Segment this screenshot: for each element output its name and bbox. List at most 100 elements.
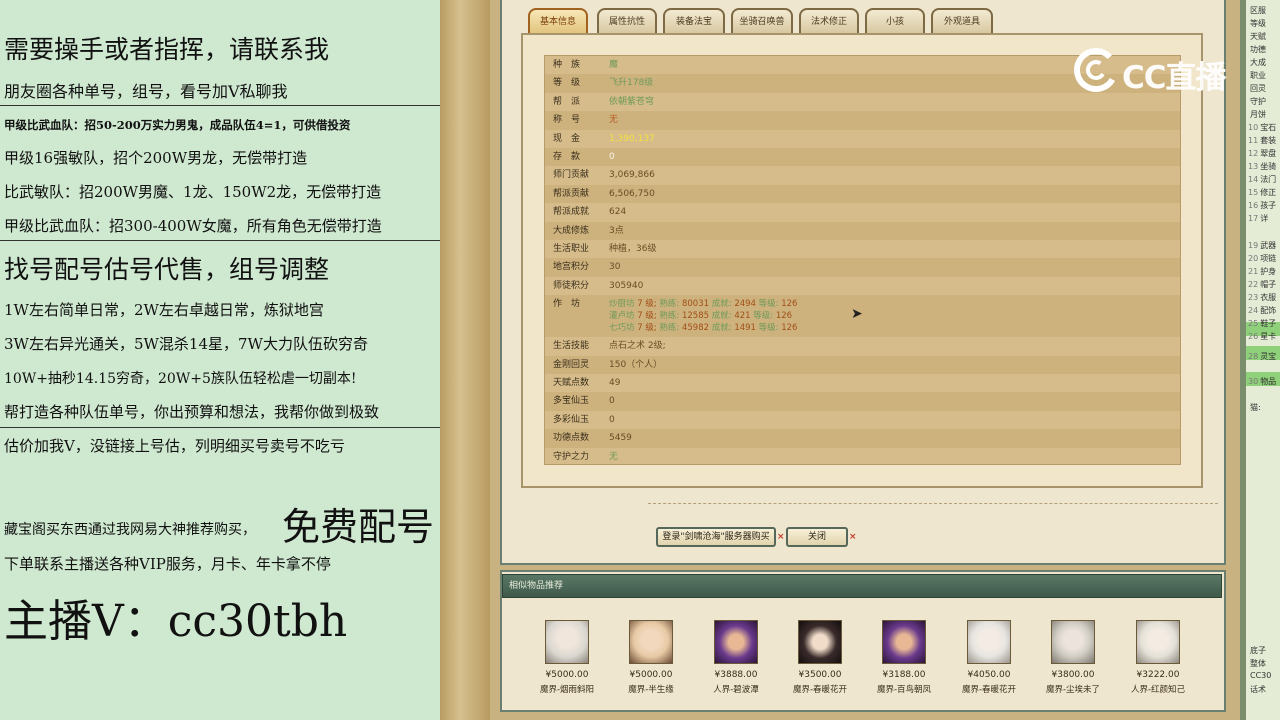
side-notes-strip: 区服 等级 天赋 功德 大成 职业 回灵 守护 月饼 10 宝石 11 套装 12 翠… — [1240, 0, 1280, 720]
close-button[interactable]: 关闭 — [786, 527, 848, 547]
recommend-item[interactable]: ¥3500.00 魔界-春暖花开 — [780, 620, 860, 695]
basic-info-table: 种 族魔 等 级飞升178级 帮 派依朝紫苍穹 称 号无 现 金 1,390,13… — [544, 55, 1181, 465]
info-row: 现 金 1,390,137 — [545, 130, 1180, 148]
side-note: 大成 — [1250, 58, 1266, 67]
ad-line: 估价加我V，没链接上号估，列明细买号卖号不吃亏 — [4, 437, 345, 455]
side-note: 10 宝石 — [1248, 123, 1277, 132]
recommend-item[interactable]: ¥5000.00 魔界-烟雨斜阳 — [527, 620, 607, 695]
info-value: 点石之术 2级; — [609, 341, 666, 352]
recommend-item[interactable]: ¥4050.00 魔界-春暖花开 — [949, 620, 1029, 695]
ad-line: 找号配号估号代售，组号调整 — [4, 255, 330, 284]
tab-basic-info[interactable]: 基本信息 — [528, 8, 588, 34]
info-label: 地宫积分 — [553, 262, 590, 273]
ad-line: 帮打造各种队伍单号，你出预算和想法，我帮你做到极致 — [4, 403, 380, 421]
side-note: 22 帽子 — [1248, 280, 1277, 289]
ad-highlight: 免费配号 — [282, 505, 435, 549]
ad-line: 下单联系主播送各种VIP服务，月卡、年卡拿不停 — [4, 555, 331, 573]
tab-mounts-summons[interactable]: 坐骑召唤兽 — [731, 8, 793, 34]
info-row: 多宝仙玉 0 — [545, 392, 1180, 411]
item-name: 魔界-百鸟朝凤 — [876, 685, 932, 695]
info-label: 称 号 — [553, 115, 581, 126]
info-value: 0 — [609, 414, 615, 425]
divider — [648, 503, 1218, 504]
item-price: ¥4050.00 — [967, 670, 1011, 680]
info-row: 师徒积分 305940 — [545, 277, 1180, 295]
item-name: 魔界-春暖花开 — [961, 685, 1017, 695]
recommend-item[interactable]: ¥3800.00 魔界-尘埃未了 — [1033, 620, 1113, 695]
info-label: 种 族 — [553, 60, 581, 70]
info-value: 飞升178级 — [609, 78, 654, 89]
info-row: 功德点数 5459 — [545, 429, 1180, 448]
portrait-icon — [1136, 620, 1180, 664]
side-note: 23 衣服 — [1248, 293, 1277, 302]
side-note: 功德 — [1250, 45, 1266, 54]
side-note: 天赋 — [1250, 32, 1266, 41]
side-note: 猫: — [1250, 403, 1261, 412]
item-price: ¥3188.00 — [882, 670, 926, 680]
info-value: 3点 — [609, 225, 624, 236]
side-note: 30 物品 — [1248, 377, 1277, 386]
item-name: 人界-碧波潭 — [713, 685, 759, 695]
recommend-item[interactable]: ¥5000.00 魔界-半生缘 — [611, 620, 691, 695]
info-label: 生活职业 — [553, 244, 590, 254]
info-label: 多彩仙玉 — [553, 414, 590, 425]
cc-logo-icon — [1074, 48, 1118, 92]
ad-line: 甲级比武血队：招300-400W女魔，所有角色无偿带打造 — [4, 217, 382, 235]
ad-line: 1W左右简单日常，2W左右卓越日常，炼狱地宫 — [4, 301, 324, 319]
tab-attributes[interactable]: 属性抗性 — [597, 8, 657, 34]
info-value: 305940 — [609, 280, 644, 291]
info-label: 现 金 — [553, 133, 581, 144]
side-note: 17 详 — [1248, 214, 1269, 223]
recommend-item[interactable]: ¥3888.00 人界-碧波潭 — [696, 620, 776, 695]
info-label: 帮 派 — [553, 96, 581, 107]
info-row: 称 号无 — [545, 111, 1180, 130]
ad-line: 藏宝阁买东西通过我网易大神推荐购买， — [4, 522, 256, 538]
tab-child[interactable]: 小孩 — [865, 8, 925, 34]
streamer-contact: 主播V：cc30tbh — [4, 596, 348, 647]
side-note: 守护 — [1250, 97, 1266, 106]
info-row: 天赋点数 49 — [545, 374, 1180, 392]
item-price: ¥3222.00 — [1136, 670, 1180, 680]
item-price: ¥3888.00 — [714, 670, 758, 680]
ad-line: 甲级16强敏队，招个200W男龙，无偿带打造 — [4, 149, 308, 167]
info-label: 帮派成就 — [553, 207, 590, 218]
info-value: 无 — [609, 451, 619, 462]
info-value: 魔 — [609, 60, 619, 70]
info-row: 生活职业 种植，36级 — [545, 240, 1180, 258]
portrait-icon — [798, 620, 842, 664]
info-row: 金刚回灵 150（个人） — [545, 355, 1180, 374]
workshop-value: 126 — [781, 323, 798, 334]
info-value: 3,069,866 — [609, 170, 655, 181]
side-note: 整体 — [1250, 659, 1266, 668]
info-label: 生活技能 — [553, 341, 590, 352]
info-value: 依朝紫苍穹 — [609, 96, 655, 107]
recommend-item[interactable]: ¥3188.00 魔界-百鸟朝凤 — [864, 620, 944, 695]
workshop-key: 等级: — [758, 323, 779, 334]
tab-equipment[interactable]: 装备法宝 — [663, 8, 725, 34]
item-price: ¥3500.00 — [798, 670, 842, 680]
side-note: 15 修正 — [1248, 188, 1277, 197]
cc-live-watermark: CC直播 — [1072, 46, 1242, 96]
info-label: 守护之力 — [553, 451, 590, 462]
info-value: 0 — [609, 396, 615, 407]
tab-appearance[interactable]: 外观道具 — [931, 8, 993, 34]
item-name: 魔界-尘埃未了 — [1045, 685, 1101, 695]
portrait-icon — [967, 620, 1011, 664]
info-row: 守护之力 无 — [545, 448, 1180, 466]
recommend-item[interactable]: ¥3222.00 人界-红颜知己 — [1118, 620, 1198, 695]
info-label: 金刚回灵 — [553, 359, 590, 370]
info-label: 师门贡献 — [553, 170, 590, 181]
item-price: ¥5000.00 — [545, 670, 589, 680]
side-note: 28 灵宝 — [1248, 352, 1277, 361]
info-label: 存 款 — [553, 152, 581, 162]
side-note: 26 星卡 — [1248, 332, 1277, 341]
item-price: ¥3800.00 — [1051, 670, 1095, 680]
tab-spell-mods[interactable]: 法术修正 — [799, 8, 859, 34]
item-name: 魔界-春暖花开 — [792, 685, 848, 695]
info-value: 624 — [609, 207, 627, 218]
mouse-cursor-icon: ➤ — [851, 306, 863, 322]
info-label: 大成修炼 — [553, 225, 590, 236]
workshop-key: 成就: — [711, 323, 732, 334]
workshop-entry: 七巧坊 7 级; 熟练: 45982 成就: 1491 等级: 126 — [609, 319, 797, 337]
buy-on-server-button[interactable]: 登录"剑啸沧海"服务器购买 — [656, 527, 776, 547]
